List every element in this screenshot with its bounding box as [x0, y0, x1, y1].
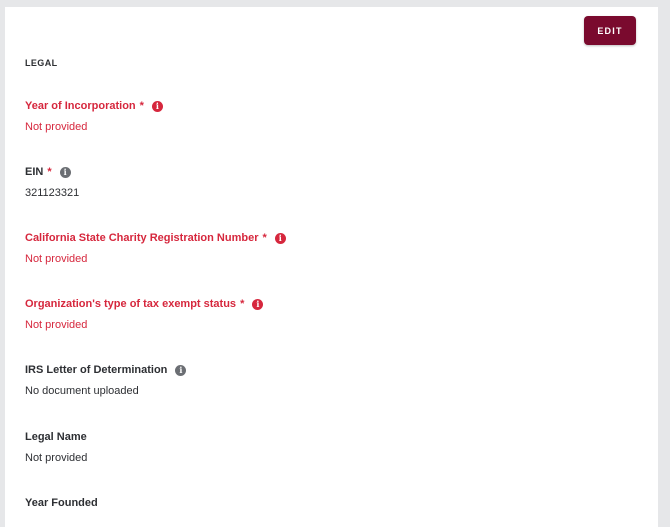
field-irs-letter: IRS Letter of Determination i No documen…: [25, 362, 187, 399]
info-icon[interactable]: i: [175, 364, 187, 376]
field-label-text: Legal Name: [25, 431, 87, 443]
field-legal-name: Legal Name Not provided: [25, 429, 87, 466]
field-label: Legal Name: [25, 429, 87, 445]
field-tax-exempt-status: Organization's type of tax exempt status…: [25, 296, 264, 333]
edit-button[interactable]: EDIT: [584, 16, 636, 45]
legal-info-card: EDIT LEGAL Year of Incorporation * i Not…: [5, 7, 658, 527]
field-ein: EIN * i 321123321: [25, 164, 79, 201]
field-value: Not provided: [25, 319, 88, 331]
field-value: No document uploaded: [25, 385, 139, 397]
field-label-text: Year Founded: [25, 497, 98, 509]
field-label-text: California State Charity Registration Nu…: [25, 232, 259, 244]
info-icon[interactable]: i: [252, 298, 264, 310]
field-value: 321123321: [25, 187, 80, 199]
field-value: Not provided: [25, 121, 88, 133]
info-icon[interactable]: i: [151, 100, 163, 112]
field-label: California State Charity Registration Nu…: [25, 230, 286, 246]
field-california-charity-registration: California State Charity Registration Nu…: [25, 230, 286, 267]
field-label-text: Year of Incorporation: [25, 100, 136, 112]
field-label: Organization's type of tax exempt status…: [25, 296, 264, 312]
field-label: IRS Letter of Determination i: [25, 362, 187, 378]
field-value: Not provided: [25, 452, 88, 464]
field-value: Not provided: [25, 253, 88, 265]
field-label-text: EIN: [25, 166, 44, 178]
required-asterisk: *: [262, 232, 267, 244]
info-icon[interactable]: i: [59, 166, 71, 178]
field-year-of-incorporation: Year of Incorporation * i Not provided: [25, 98, 163, 135]
required-asterisk: *: [47, 166, 52, 178]
required-asterisk: *: [240, 298, 245, 310]
field-label: Year of Incorporation * i: [25, 98, 163, 114]
required-asterisk: *: [139, 100, 144, 112]
field-label-text: IRS Letter of Determination: [25, 364, 168, 376]
section-title: LEGAL: [25, 58, 58, 68]
field-label: Year Founded: [25, 495, 98, 511]
field-label: EIN * i: [25, 164, 79, 180]
field-label-text: Organization's type of tax exempt status: [25, 298, 237, 310]
info-icon[interactable]: i: [274, 232, 286, 244]
field-year-founded: Year Founded: [25, 495, 98, 511]
